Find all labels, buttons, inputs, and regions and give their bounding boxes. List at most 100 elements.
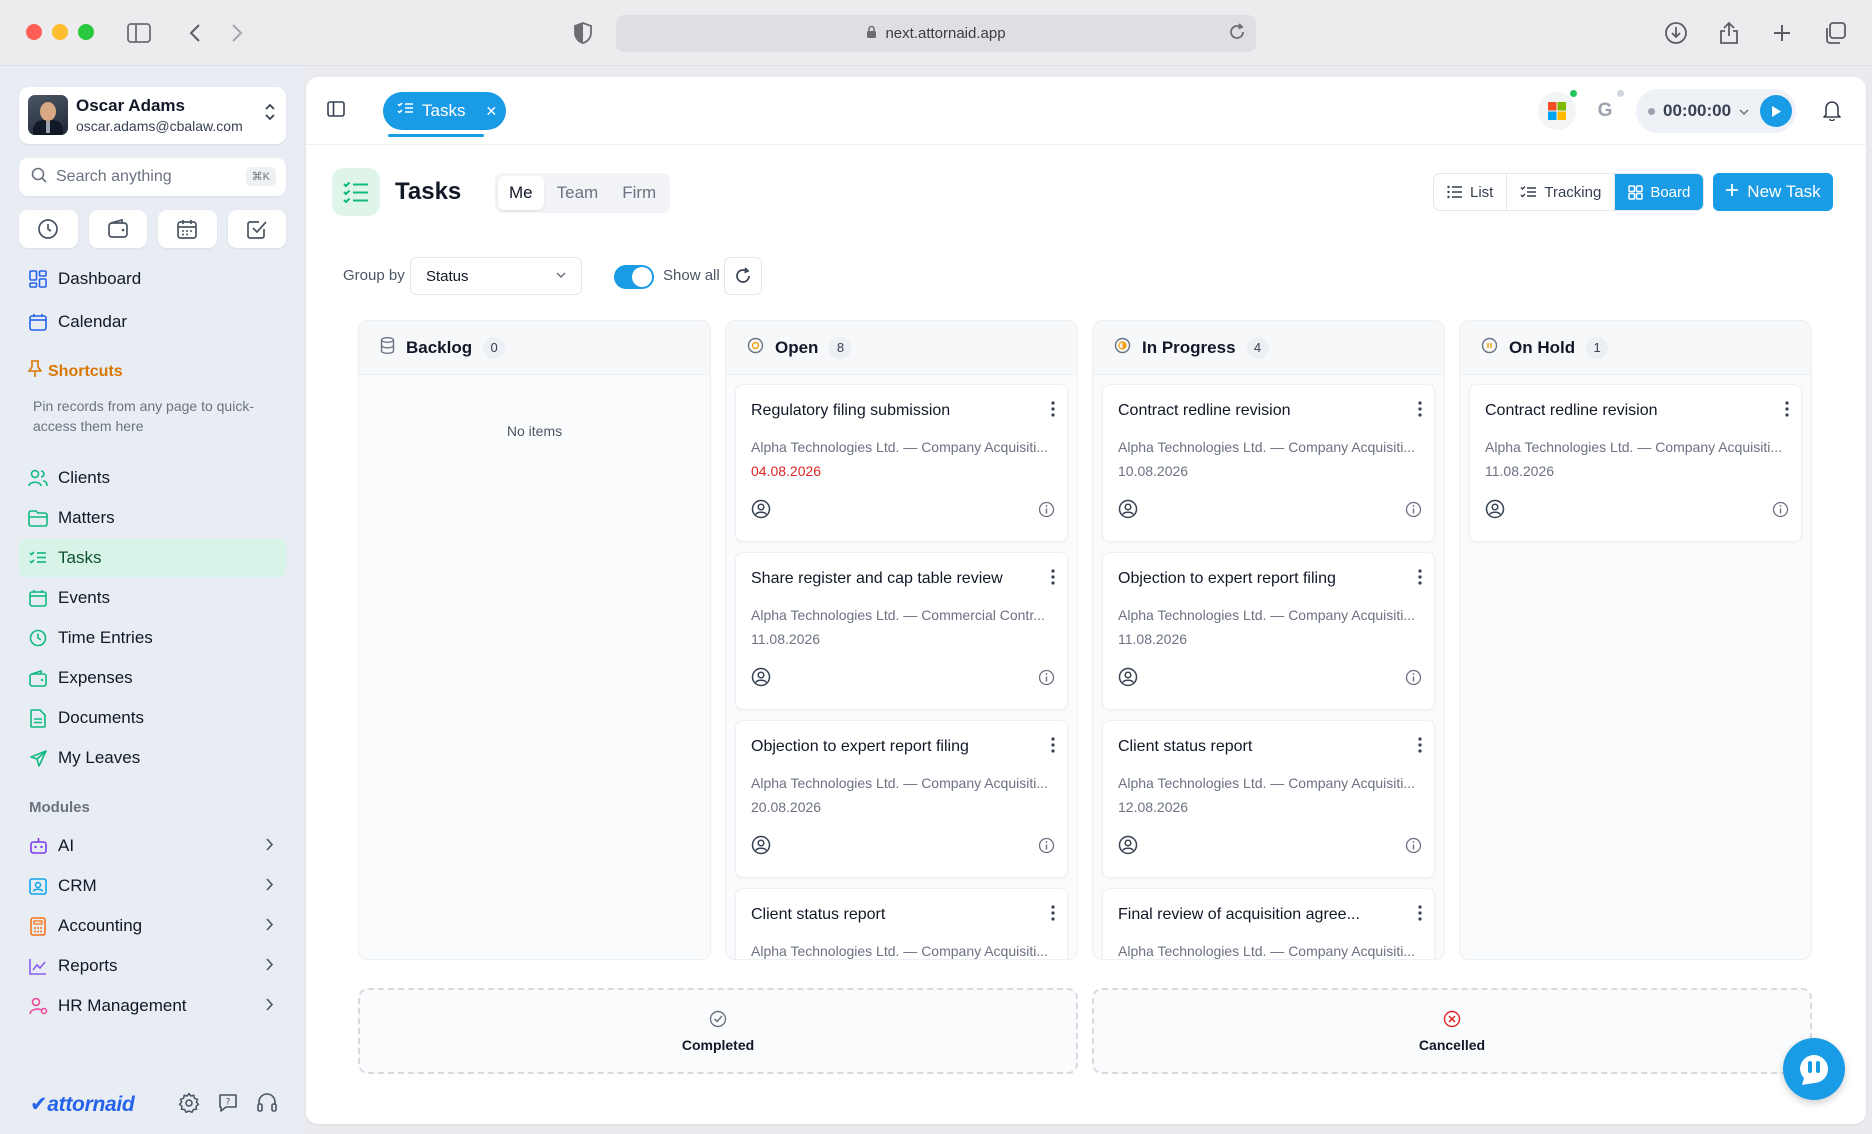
more-vertical-icon[interactable]: [1051, 401, 1055, 422]
sidebar-item-matters[interactable]: Matters: [19, 499, 286, 537]
task-card[interactable]: Regulatory filing submission Alpha Techn…: [735, 384, 1068, 542]
tracking-view-button[interactable]: Tracking: [1507, 174, 1616, 210]
download-icon[interactable]: [1661, 18, 1691, 48]
active-tab-indicator: [388, 134, 484, 137]
task-card[interactable]: Contract redline revision Alpha Technolo…: [1102, 384, 1435, 542]
support-chat-button[interactable]: [1783, 1038, 1845, 1100]
quick-task-button[interactable]: [227, 210, 286, 248]
board-view-button[interactable]: Board: [1615, 174, 1704, 210]
settings-icon[interactable]: [178, 1092, 200, 1119]
new-tab-icon[interactable]: [1767, 18, 1797, 48]
address-bar[interactable]: next.attornaid.app: [616, 15, 1256, 52]
more-vertical-icon[interactable]: [1418, 569, 1422, 590]
tab-tasks[interactable]: Tasks ✕: [383, 92, 506, 130]
timer-play-button[interactable]: [1760, 95, 1792, 127]
quick-event-button[interactable]: [158, 210, 217, 248]
info-icon[interactable]: [1772, 501, 1789, 523]
more-vertical-icon[interactable]: [1418, 905, 1422, 926]
assignee-avatar-icon[interactable]: [751, 667, 771, 692]
sidebar-item-my-leaves[interactable]: My Leaves: [19, 739, 286, 777]
sidebar-toggle-icon[interactable]: [124, 18, 154, 48]
sidebar-module-ai[interactable]: AI: [19, 827, 286, 865]
task-card[interactable]: Contract redline revision Alpha Technolo…: [1469, 384, 1802, 542]
group-by-select[interactable]: Status: [410, 257, 582, 295]
assignee-avatar-icon[interactable]: [1485, 499, 1505, 524]
task-due-date: 10.08.2026: [1118, 463, 1189, 479]
sidebar-module-reports[interactable]: Reports: [19, 947, 286, 985]
tab-firm[interactable]: Firm: [611, 176, 667, 210]
sidebar-item-expenses[interactable]: Expenses: [19, 659, 286, 697]
quick-expense-button[interactable]: [88, 210, 147, 248]
sidebar-item-events[interactable]: Events: [19, 579, 286, 617]
reload-icon[interactable]: [1228, 23, 1246, 45]
back-icon[interactable]: [180, 18, 210, 48]
info-icon[interactable]: [1405, 669, 1422, 691]
more-vertical-icon[interactable]: [1051, 905, 1055, 926]
quick-timer-button[interactable]: [19, 210, 78, 248]
chevron-down-icon[interactable]: [1739, 101, 1749, 121]
shortcuts-description: Pin records from any page to quick-acces…: [33, 398, 254, 434]
sidebar-item-time-entries[interactable]: Time Entries: [19, 619, 286, 657]
info-icon[interactable]: [1405, 501, 1422, 523]
list-view-button[interactable]: List: [1434, 174, 1508, 210]
tab-team[interactable]: Team: [546, 176, 610, 210]
shield-icon[interactable]: [568, 18, 598, 48]
show-all-toggle[interactable]: [614, 265, 654, 289]
more-vertical-icon[interactable]: [1051, 737, 1055, 758]
sidebar-item-tasks[interactable]: Tasks: [19, 539, 286, 577]
panel-toggle-icon[interactable]: [326, 99, 346, 124]
task-card[interactable]: Objection to expert report filing Alpha …: [735, 720, 1068, 878]
chevron-right-icon: [266, 836, 274, 856]
more-vertical-icon[interactable]: [1051, 569, 1055, 590]
sidebar-item-calendar[interactable]: Calendar: [19, 303, 286, 341]
task-card[interactable]: Client status report Alpha Technologies …: [1102, 720, 1435, 878]
sidebar-item-clients[interactable]: Clients: [19, 459, 286, 497]
share-icon[interactable]: [1714, 18, 1744, 48]
x-circle-icon: [1443, 1010, 1461, 1031]
task-title: Objection to expert report filing: [1118, 570, 1336, 587]
headset-icon[interactable]: [256, 1092, 278, 1119]
more-vertical-icon[interactable]: [1418, 737, 1422, 758]
drop-zone-completed[interactable]: Completed: [358, 988, 1078, 1074]
maximize-window-button[interactable]: [78, 24, 94, 40]
sidebar-module-crm[interactable]: CRM: [19, 867, 286, 905]
forward-icon[interactable]: [222, 18, 252, 48]
info-icon[interactable]: [1038, 501, 1055, 523]
attornaid-logo[interactable]: ✔attornaid: [30, 1092, 135, 1117]
sidebar-item-documents[interactable]: Documents: [19, 699, 286, 737]
task-card[interactable]: Objection to expert report filing Alpha …: [1102, 552, 1435, 710]
microsoft-integration-button[interactable]: [1538, 92, 1576, 130]
browser-toolbar: next.attornaid.app: [0, 0, 1872, 66]
google-integration-button[interactable]: G: [1586, 92, 1624, 130]
tab-me[interactable]: Me: [498, 176, 544, 210]
sidebar-module-hr-management[interactable]: HR Management: [19, 987, 286, 1025]
user-switcher[interactable]: Oscar Adams oscar.adams@cbalaw.com: [19, 87, 286, 144]
tab-overview-icon[interactable]: [1820, 18, 1850, 48]
task-card[interactable]: Client status report Alpha Technologies …: [735, 888, 1068, 959]
assignee-avatar-icon[interactable]: [1118, 835, 1138, 860]
help-chat-icon[interactable]: ?: [217, 1092, 239, 1119]
sidebar-item-label: Clients: [58, 468, 110, 487]
close-window-button[interactable]: [26, 24, 42, 40]
assignee-avatar-icon[interactable]: [751, 499, 771, 524]
minimize-window-button[interactable]: [52, 24, 68, 40]
drop-zone-cancelled[interactable]: Cancelled: [1092, 988, 1812, 1074]
time-tracker[interactable]: 00:00:00: [1636, 89, 1796, 133]
new-task-button[interactable]: New Task: [1713, 173, 1833, 211]
search-input[interactable]: Search anything ⌘K: [19, 158, 286, 196]
close-tab-icon[interactable]: ✕: [485, 103, 497, 120]
info-icon[interactable]: [1405, 837, 1422, 859]
assignee-avatar-icon[interactable]: [1118, 667, 1138, 692]
notifications-bell-icon[interactable]: [1822, 99, 1842, 126]
info-icon[interactable]: [1038, 669, 1055, 691]
task-card[interactable]: Share register and cap table review Alph…: [735, 552, 1068, 710]
info-icon[interactable]: [1038, 837, 1055, 859]
sidebar-item-dashboard[interactable]: Dashboard: [19, 260, 286, 298]
assignee-avatar-icon[interactable]: [751, 835, 771, 860]
sidebar-module-accounting[interactable]: Accounting: [19, 907, 286, 945]
more-vertical-icon[interactable]: [1418, 401, 1422, 422]
task-card[interactable]: Final review of acquisition agree... Alp…: [1102, 888, 1435, 959]
refresh-button[interactable]: [724, 257, 762, 295]
assignee-avatar-icon[interactable]: [1118, 499, 1138, 524]
more-vertical-icon[interactable]: [1785, 401, 1789, 422]
